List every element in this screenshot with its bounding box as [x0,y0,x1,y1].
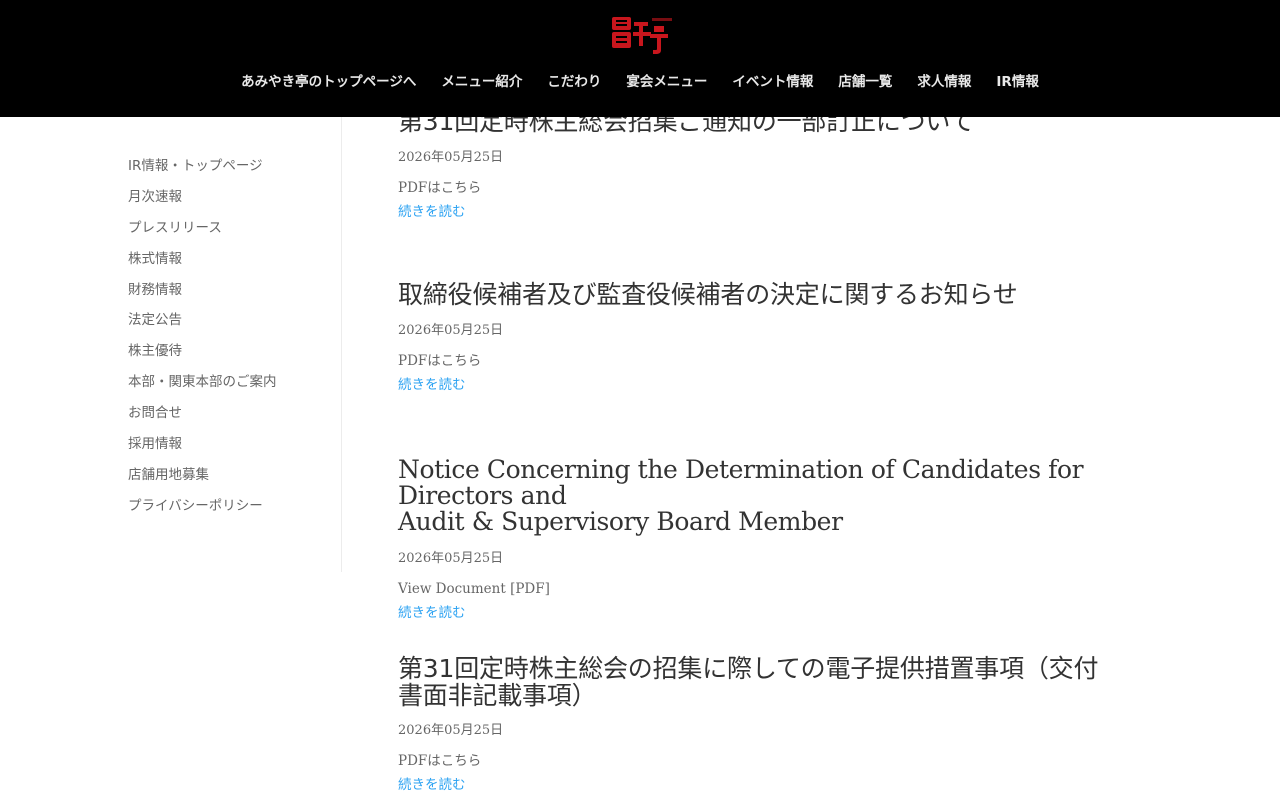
sidebar-item-privacy-policy[interactable]: プライバシーポリシー [128,495,328,526]
post-item: 第31回定時株主総会の招集に際しての電子提供措置事項（交付 書面非記載事項） 2… [398,655,1158,794]
nav-top-page[interactable]: あみやき亭のトップページへ [241,72,416,92]
sidebar-item-press-release[interactable]: プレスリリース [128,217,328,248]
post-excerpt: View Document [PDF] [398,581,550,597]
sidebar-item-headquarters[interactable]: 本部・関東本部のご案内 [128,371,328,402]
sidebar-item-monthly-report[interactable]: 月次速報 [128,186,328,217]
post-item: Notice Concerning the Determination of C… [398,457,1158,622]
post-title-line: Notice Concerning the Determination of C… [398,455,1084,510]
sidebar-item-contact[interactable]: お問合せ [128,402,328,433]
post-item: 取締役候補者及び監査役候補者の決定に関するお知らせ 2026年05月25日 PD… [398,281,1158,394]
post-title[interactable]: 第31回定時株主総会の招集に際しての電子提供措置事項（交付 書面非記載事項） [398,655,1158,709]
nav-kodawari[interactable]: こだわり [547,72,601,92]
post-date: 2026年05月25日 [398,723,504,738]
read-more-link[interactable]: 続きを読む [398,203,1158,221]
post-date: 2026年05月25日 [398,551,504,566]
read-more-link[interactable]: 続きを読む [398,376,1158,394]
sidebar-divider [341,117,342,572]
post-list: 第31回定時株主総会招集ご通知の一部訂正について 2026年05月25日 PDF… [398,0,1158,800]
read-more-link[interactable]: 続きを読む [398,604,1158,622]
main-nav: あみやき亭のトップページへ メニュー紹介 こだわり 宴会メニュー イベント情報 … [0,72,1280,92]
post-date: 2026年05月25日 [398,150,504,165]
sidebar-item-financial-info[interactable]: 財務情報 [128,279,328,310]
post-title[interactable]: Notice Concerning the Determination of C… [398,457,1158,535]
sidebar-item-shareholder-benefits[interactable]: 株主優待 [128,340,328,371]
sidebar-item-ir-top[interactable]: IR情報・トップページ [128,155,328,186]
post-title[interactable]: 取締役候補者及び監査役候補者の決定に関するお知らせ [398,281,1158,308]
nav-stores[interactable]: 店舗一覧 [838,72,892,92]
post-excerpt: PDFはこちら [398,753,482,769]
nav-events[interactable]: イベント情報 [732,72,813,92]
sidebar-item-legal-notice[interactable]: 法定公告 [128,309,328,340]
post-title-line: 第31回定時株主総会の招集に際しての電子提供措置事項（交付 [398,654,1099,683]
nav-recruit[interactable]: 求人情報 [917,72,971,92]
post-title-line: 書面非記載事項） [398,681,597,710]
ir-sidebar: IR情報・トップページ 月次速報 プレスリリース 株式情報 財務情報 法定公告 … [128,155,328,526]
site-header: あみやき亭のトップページへ メニュー紹介 こだわり 宴会メニュー イベント情報 … [0,0,1280,117]
post-excerpt: PDFはこちら [398,180,482,196]
post-item: 第31回定時株主総会招集ご通知の一部訂正について 2026年05月25日 PDF… [398,108,1158,221]
sidebar-item-store-site[interactable]: 店舗用地募集 [128,464,328,495]
nav-banquet-menu[interactable]: 宴会メニュー [626,72,707,92]
sidebar-item-stock-info[interactable]: 株式情報 [128,248,328,279]
sidebar-item-recruitment[interactable]: 採用情報 [128,433,328,464]
nav-ir[interactable]: IR情報 [996,72,1038,92]
nav-menu[interactable]: メニュー紹介 [441,72,522,92]
post-date: 2026年05月25日 [398,323,504,338]
post-title-line: Audit & Supervisory Board Member [398,507,843,536]
read-more-link[interactable]: 続きを読む [398,776,1158,794]
post-excerpt: PDFはこちら [398,353,482,369]
amiyakitei-logo[interactable] [610,14,672,56]
